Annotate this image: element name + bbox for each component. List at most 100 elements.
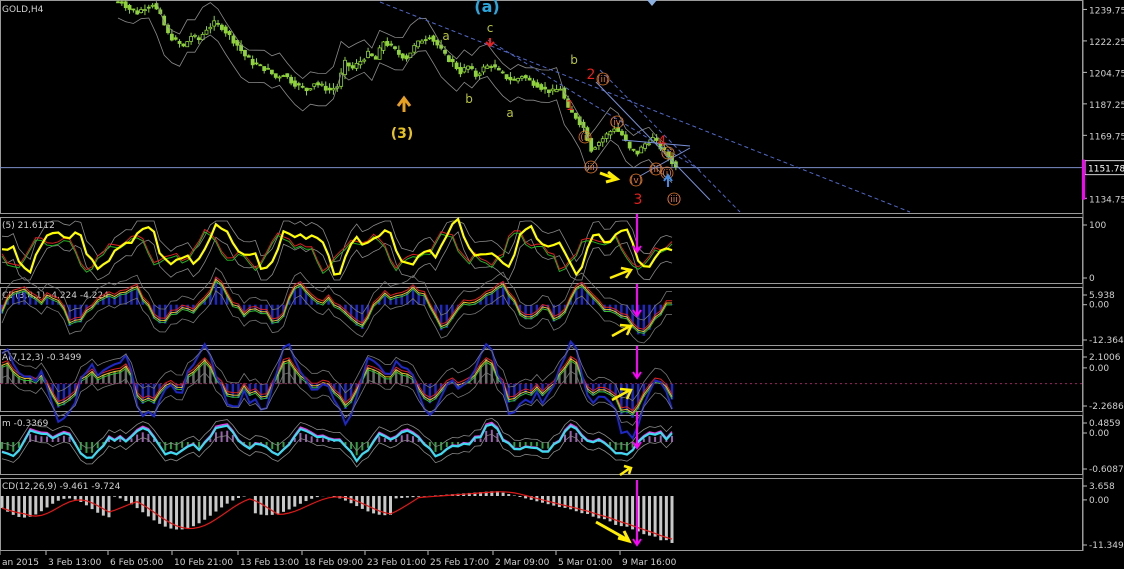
candle-body xyxy=(358,61,363,66)
indicator-tick-label: 0.00 xyxy=(1089,301,1109,311)
price-axis: 1239.75 1222.25 1204.75 1187.25 1169.75 1134.… xyxy=(1082,6,1124,551)
wave-label: 1 xyxy=(566,99,574,114)
candle-body xyxy=(366,50,370,58)
candle-body xyxy=(500,71,505,74)
time-tick-label: 3 Feb 13:00 xyxy=(48,558,102,568)
candle-body xyxy=(150,4,155,7)
wave-label: 2 xyxy=(587,67,596,83)
candle-body xyxy=(508,76,513,81)
time-tick-label: 5 Mar 01:00 xyxy=(558,558,613,568)
candle-body xyxy=(119,1,124,4)
indicator-tick-label: 0 xyxy=(1089,274,1095,284)
candle-body xyxy=(223,26,228,34)
up-arrow-orange xyxy=(396,95,412,112)
candle-body xyxy=(254,62,259,65)
candle-body xyxy=(512,78,517,81)
indicator-tick-label: 5.938 xyxy=(1089,291,1115,301)
time-axis: an 2015 3 Feb 13:00 6 Feb 05:00 10 Feb 21:0… xyxy=(0,551,677,568)
indicator-tick-label: 0.00 xyxy=(1089,364,1109,374)
candle-body xyxy=(231,35,236,44)
wave-label: a xyxy=(506,106,513,120)
candle-body xyxy=(139,9,143,13)
candle-body xyxy=(523,75,528,79)
candle-body xyxy=(146,6,151,9)
candle-body xyxy=(177,40,182,44)
time-tick-label: 23 Feb 01:00 xyxy=(367,558,426,568)
candle-body xyxy=(216,22,220,25)
candle-body xyxy=(316,82,320,86)
candle-body xyxy=(346,62,351,67)
candle-body xyxy=(443,49,447,54)
arrow-yellow-ind xyxy=(611,323,633,338)
indicator-label: CD(12,26,9) -9.461 -9.724 xyxy=(2,482,121,492)
panel-frame xyxy=(0,217,1083,284)
indicator-tick-label: -12.364 xyxy=(1089,336,1124,346)
candle-body xyxy=(196,37,201,40)
candle-body xyxy=(173,37,178,40)
candle-body xyxy=(623,134,628,141)
candle-body xyxy=(550,88,555,92)
candle-body xyxy=(466,65,470,70)
candle-body xyxy=(470,66,474,69)
candle-body xyxy=(527,77,532,81)
symbol-label: GOLD,H4 xyxy=(2,5,44,15)
candle-body xyxy=(608,131,613,136)
wave-label: (iii) xyxy=(584,163,599,173)
wave-label: (iii) xyxy=(661,149,676,159)
price-panel[interactable]: GOLD,H4 xyxy=(0,0,1083,213)
top-triangle-marker xyxy=(647,0,657,6)
candle-body xyxy=(293,80,297,87)
candle-body xyxy=(489,66,494,68)
indicator-tick-label: -0.6087 xyxy=(1089,465,1124,475)
candle-body xyxy=(304,87,309,92)
indicator-tick-label: 0.00 xyxy=(1089,496,1109,506)
candle-body xyxy=(273,73,278,78)
candle-body xyxy=(416,40,420,48)
candle-body xyxy=(266,67,270,70)
candle-body xyxy=(647,143,651,146)
trendline-dashed-lower xyxy=(599,69,741,213)
lower-envelope xyxy=(117,17,673,183)
candle-body xyxy=(516,78,521,82)
candle-body xyxy=(531,80,536,86)
candle-body xyxy=(323,85,328,91)
candle-body xyxy=(631,148,636,151)
wave-label: (iv) xyxy=(610,118,625,128)
trendline-dashed-long xyxy=(379,1,911,213)
candle-body xyxy=(485,65,490,69)
candle-body xyxy=(597,142,601,147)
wave-label: (i) xyxy=(580,133,590,143)
candle-body xyxy=(420,40,424,44)
candle-body xyxy=(412,45,417,53)
candle-body xyxy=(400,53,405,59)
candle-body xyxy=(573,112,578,119)
time-tick-label: 6 Feb 05:00 xyxy=(110,558,164,568)
candle-body xyxy=(169,33,174,41)
candle-body xyxy=(350,65,355,69)
price-tick-label: 1222.25 xyxy=(1089,38,1124,48)
price-marker-bar xyxy=(1082,159,1085,200)
wave-label: (3) xyxy=(391,126,414,142)
time-tick-label: 9 Mar 16:00 xyxy=(622,558,677,568)
channel-line-mid xyxy=(621,139,691,147)
price-tick-label: 1204.75 xyxy=(1089,69,1124,79)
candle-body xyxy=(431,35,436,42)
arrow-yellow-main xyxy=(599,170,621,184)
wave-label: b xyxy=(570,53,578,67)
candle-body xyxy=(396,49,401,55)
candle-body xyxy=(269,69,274,75)
indicator-label: A(7,12,3) -0.3499 xyxy=(2,353,82,363)
candle-body xyxy=(312,83,317,87)
candle-body xyxy=(212,20,217,27)
candle-body xyxy=(189,36,193,42)
candle-body xyxy=(296,83,301,86)
candle-body xyxy=(496,67,501,71)
wave-label: (ii) xyxy=(597,75,609,85)
price-tick-label: 1169.75 xyxy=(1089,132,1124,142)
indicator-panels[interactable]: (5) 21.6112CD(3,8,1) -4.224 -4.224A(7,12… xyxy=(0,217,1083,543)
chart-canvas[interactable]: GOLD,H4 (5) 21.6112CD(3,8,1) -4.224 -4.2… xyxy=(0,0,1124,569)
candle-body xyxy=(193,34,197,37)
wave-label: a xyxy=(442,29,449,43)
candle-body xyxy=(131,8,136,11)
candle-body xyxy=(308,88,313,91)
